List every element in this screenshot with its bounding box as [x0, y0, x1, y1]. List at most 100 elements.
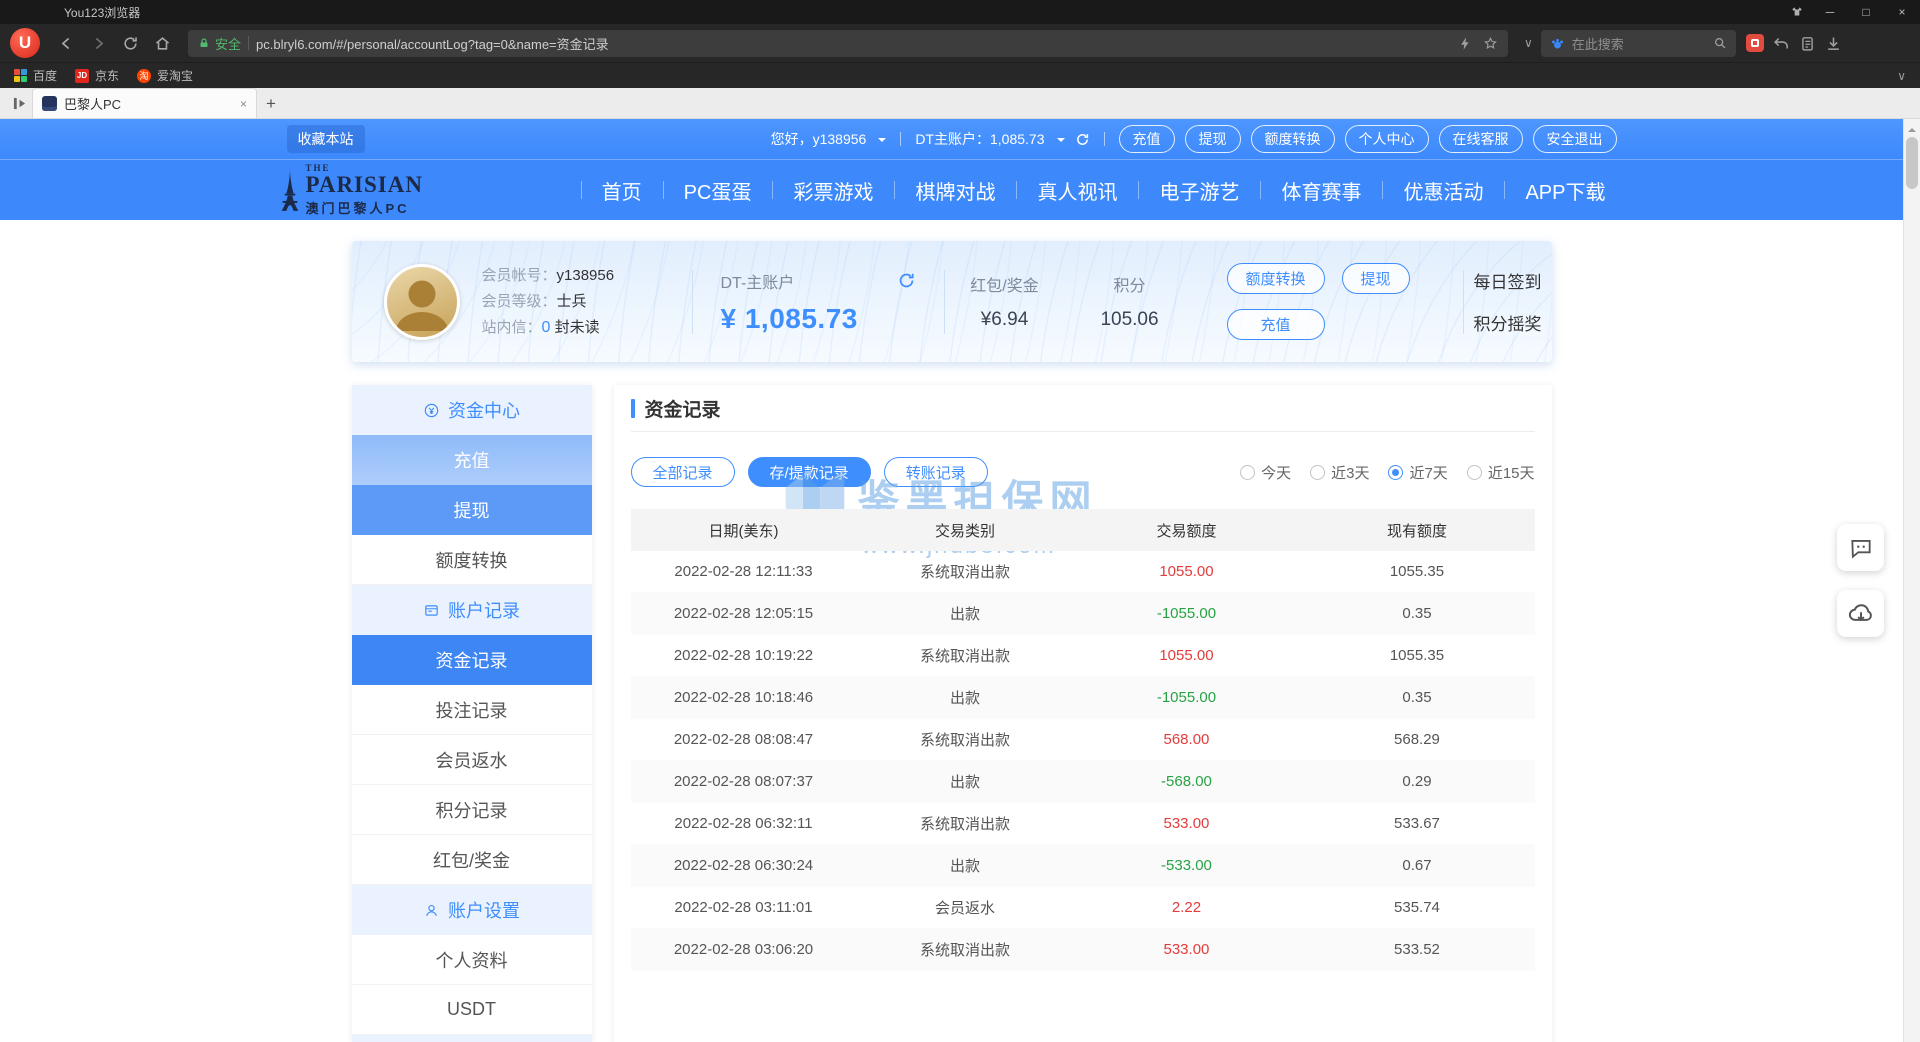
- bookmarks-collapse-icon[interactable]: ∨: [1897, 69, 1906, 83]
- bookmark-label: 京东: [95, 67, 119, 84]
- sidebar-label: 积分记录: [436, 797, 508, 823]
- table-row: 2022-02-28 06:30:24出款-533.000.67: [631, 845, 1535, 887]
- search-icon[interactable]: [1713, 36, 1727, 50]
- range-3-days[interactable]: 近3天: [1310, 462, 1369, 483]
- lightning-icon[interactable]: [1458, 36, 1473, 51]
- withdraw-button[interactable]: 提现: [1342, 263, 1410, 294]
- cell-type: 出款: [857, 687, 1074, 708]
- new-tab-button[interactable]: +: [257, 90, 285, 118]
- sidebar-item-withdraw[interactable]: 提现: [352, 485, 592, 535]
- sidebar-header-funds-center[interactable]: 资金中心: [352, 385, 592, 435]
- bookmark-aitaobao[interactable]: 淘 爱淘宝: [137, 67, 193, 84]
- home-button[interactable]: [148, 29, 176, 57]
- sidebar-item-deposit[interactable]: 充值: [352, 435, 592, 485]
- filter-tab-all[interactable]: 全部记录: [631, 457, 735, 487]
- vertical-scrollbar[interactable]: [1903, 119, 1920, 1042]
- nav-item-live-casino[interactable]: 真人视讯: [1016, 160, 1138, 220]
- nav-item-home[interactable]: 首页: [581, 160, 663, 220]
- filter-tab-deposit-withdraw[interactable]: 存/提款记录: [748, 457, 871, 487]
- sidebar-toggle-icon[interactable]: [6, 88, 32, 118]
- table-row: 2022-02-28 06:32:11系统取消出款533.00533.67: [631, 803, 1535, 845]
- topbar-logout-button[interactable]: 安全退出: [1533, 125, 1617, 153]
- main-account-summary[interactable]: DT主账户：1,085.73: [915, 129, 1044, 149]
- sidebar-header-account-records[interactable]: 账户记录: [352, 585, 592, 635]
- title-accent-bar: [631, 399, 635, 418]
- sidebar-item-usdt[interactable]: USDT: [352, 985, 592, 1035]
- wallet-refresh-icon[interactable]: [897, 271, 916, 290]
- scrollbar-up-arrow-icon[interactable]: [1908, 124, 1916, 132]
- nav-item-promotions[interactable]: 优惠活动: [1382, 160, 1504, 220]
- nav-item-sports[interactable]: 体育赛事: [1260, 160, 1382, 220]
- bookmark-star-icon[interactable]: [1483, 36, 1498, 51]
- browser-logo[interactable]: U: [10, 28, 40, 58]
- theme-skin-icon[interactable]: [1782, 5, 1812, 19]
- tab-close-icon[interactable]: ×: [240, 97, 247, 111]
- refresh-button[interactable]: [116, 29, 144, 57]
- adblock-extension-icon[interactable]: [1746, 34, 1764, 52]
- quota-transfer-button[interactable]: 额度转换: [1227, 263, 1325, 294]
- nav-item-lottery[interactable]: 彩票游戏: [772, 160, 894, 220]
- undo-icon[interactable]: [1773, 35, 1790, 52]
- range-today[interactable]: 今天: [1240, 462, 1291, 483]
- topbar-online-service-button[interactable]: 在线客服: [1439, 125, 1523, 153]
- topbar-personal-center-button[interactable]: 个人中心: [1345, 125, 1429, 153]
- wallet-label: DT-主账户: [721, 269, 795, 293]
- browser-search-box[interactable]: 在此搜索: [1541, 30, 1736, 57]
- filter-tab-transfer[interactable]: 转账记录: [884, 457, 988, 487]
- range-7-days[interactable]: 近7天: [1388, 462, 1447, 483]
- favorite-site-button[interactable]: 收藏本站: [287, 125, 365, 153]
- points-label: 积分: [1065, 272, 1195, 296]
- sidebar-item-redpacket-bonus[interactable]: 红包/奖金: [352, 835, 592, 885]
- nav-item-board-games[interactable]: 棋牌对战: [894, 160, 1016, 220]
- cell-type: 出款: [857, 603, 1074, 624]
- table-row: 2022-02-28 03:06:20系统取消出款533.00533.52: [631, 929, 1535, 971]
- tab-parisian[interactable]: 巴黎人PC ×: [32, 88, 257, 118]
- float-cloud-download-button[interactable]: [1837, 590, 1884, 637]
- personal-sidebar: 资金中心 充值 提现 额度转换 账户记录 资金记录 投注记录 会员返水 积分记录…: [352, 385, 592, 1042]
- clipboard-icon[interactable]: [1799, 35, 1816, 52]
- sidebar-item-quota-transfer[interactable]: 额度转换: [352, 535, 592, 585]
- sidebar-header-account-settings[interactable]: 账户设置: [352, 885, 592, 935]
- sidebar-item-points-record[interactable]: 积分记录: [352, 785, 592, 835]
- sidebar-item-funds-record[interactable]: 资金记录: [352, 635, 592, 685]
- bookmark-label: 爱淘宝: [157, 67, 193, 84]
- topbar-deposit-button[interactable]: 充值: [1119, 125, 1175, 153]
- maximize-button[interactable]: □: [1848, 0, 1884, 24]
- float-customer-service-button[interactable]: [1837, 524, 1884, 571]
- mail-count[interactable]: 0: [542, 319, 551, 336]
- download-icon[interactable]: [1825, 35, 1842, 52]
- cell-amount: -1055.00: [1073, 689, 1299, 706]
- nav-item-pc-egg[interactable]: PC蛋蛋: [663, 160, 773, 220]
- sidebar-item-member-rebate[interactable]: 会员返水: [352, 735, 592, 785]
- scrollbar-thumb[interactable]: [1906, 137, 1918, 189]
- table-row: 2022-02-28 08:08:47系统取消出款568.00568.29: [631, 719, 1535, 761]
- nav-item-app-download[interactable]: APP下载: [1504, 160, 1626, 220]
- points-lottery-link[interactable]: 积分摇奖: [1474, 310, 1542, 335]
- daily-checkin-link[interactable]: 每日签到: [1474, 268, 1542, 293]
- close-button[interactable]: ×: [1884, 0, 1920, 24]
- address-dropdown-icon[interactable]: ∨: [1520, 36, 1537, 50]
- forward-button[interactable]: [84, 29, 112, 57]
- site-logo[interactable]: THE PARISIAN 澳门巴黎人PC: [277, 163, 423, 217]
- cell-balance: 0.35: [1299, 689, 1534, 706]
- back-button[interactable]: [52, 29, 80, 57]
- table-row: 2022-02-28 10:19:22系统取消出款1055.001055.35: [631, 635, 1535, 677]
- bookmark-jd[interactable]: JD 京东: [75, 67, 119, 84]
- eiffel-tower-icon: [277, 167, 303, 213]
- wallet-balance: ¥ 1,085.73: [721, 303, 916, 335]
- address-bar[interactable]: 安全 pc.blryl6.com/#/personal/accountLog?t…: [188, 30, 1508, 57]
- balance-refresh-icon[interactable]: [1075, 132, 1090, 147]
- topbar-withdraw-button[interactable]: 提现: [1185, 125, 1241, 153]
- tab-favicon: [42, 96, 57, 111]
- sidebar-item-profile[interactable]: 个人资料: [352, 935, 592, 985]
- sidebar-item-betting-record[interactable]: 投注记录: [352, 685, 592, 735]
- site-topbar: 收藏本站 您好，y138956 DT主账户：1,085.73 充值 提现 额度转…: [0, 119, 1903, 159]
- nav-item-slots[interactable]: 电子游艺: [1138, 160, 1260, 220]
- range-15-days[interactable]: 近15天: [1467, 462, 1535, 483]
- deposit-button[interactable]: 充值: [1227, 309, 1325, 340]
- greeting-text[interactable]: 您好，y138956: [771, 129, 867, 149]
- minimize-button[interactable]: ─: [1812, 0, 1848, 24]
- bookmark-baidu[interactable]: 百度: [14, 67, 57, 84]
- topbar-quota-transfer-button[interactable]: 额度转换: [1251, 125, 1335, 153]
- column-header-balance: 现有额度: [1299, 520, 1534, 541]
